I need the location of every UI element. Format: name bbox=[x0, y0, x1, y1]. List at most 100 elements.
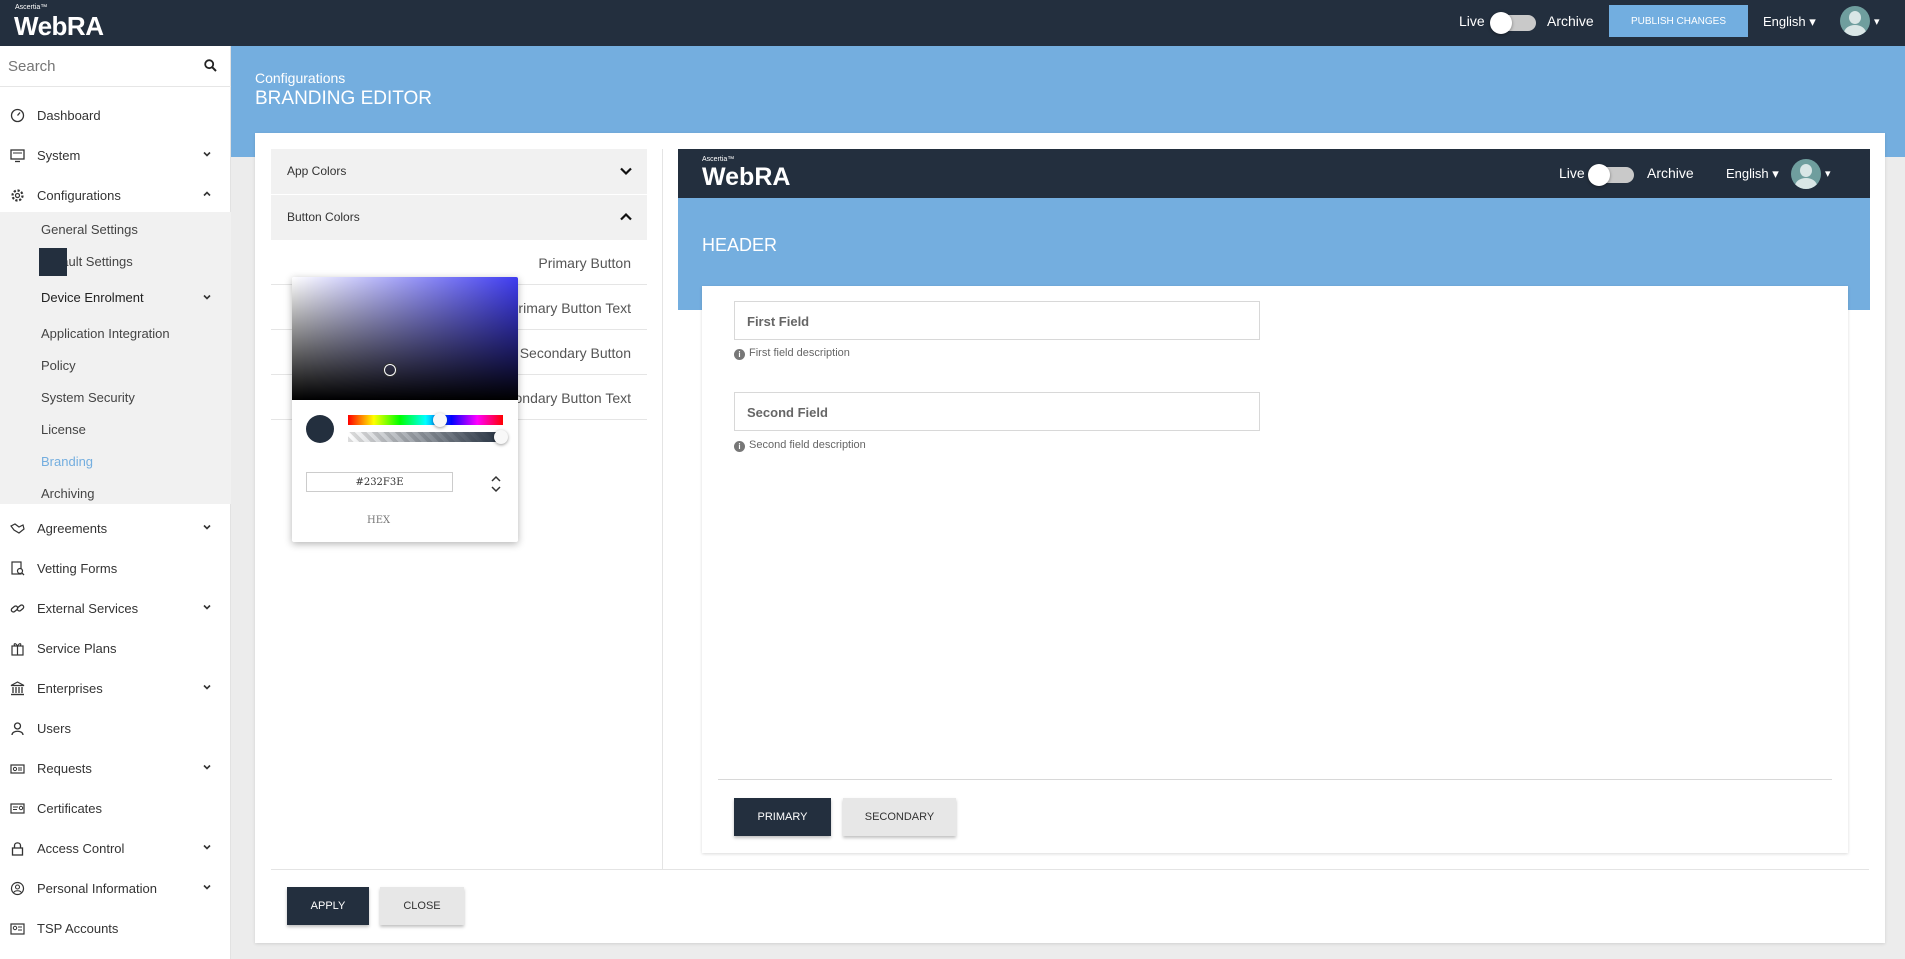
preview-top-bar: Ascertia™ WebRA Live Archive English ▾ ▾ bbox=[678, 149, 1870, 198]
chevron-down-icon[interactable] bbox=[202, 292, 212, 302]
sidebar: Dashboard System Configurations General … bbox=[0, 46, 231, 959]
sidebar-item-vetting-forms[interactable]: Vetting Forms bbox=[0, 549, 231, 587]
section-button-colors[interactable]: Button Colors bbox=[271, 195, 647, 240]
hue-handle[interactable] bbox=[433, 413, 447, 427]
preview-secondary-button[interactable]: SECONDARY bbox=[843, 798, 956, 836]
submenu-item-archiving[interactable]: Archiving bbox=[41, 486, 94, 501]
lock-icon bbox=[11, 842, 24, 856]
color-picker: HEX bbox=[292, 277, 518, 542]
saturation-area[interactable] bbox=[292, 277, 518, 400]
chevron-down-icon[interactable] bbox=[202, 842, 212, 852]
preview-archive-label: Archive bbox=[1647, 165, 1694, 181]
chevron-down-icon[interactable] bbox=[202, 762, 212, 772]
sidebar-item-tsp-accounts[interactable]: TSP Accounts bbox=[0, 909, 231, 947]
submenu-item-branding[interactable]: Branding bbox=[41, 454, 93, 469]
section-label: App Colors bbox=[287, 164, 347, 178]
chevron-down-icon[interactable] bbox=[202, 602, 212, 612]
link-icon bbox=[10, 604, 25, 613]
preview-live-label: Live bbox=[1559, 165, 1585, 181]
sidebar-item-label: Configurations bbox=[37, 188, 121, 203]
preview-language-select[interactable]: English ▾ bbox=[1726, 166, 1779, 182]
preview-avatar[interactable] bbox=[1791, 159, 1821, 189]
info-icon: i bbox=[734, 441, 745, 452]
sidebar-item-label: Agreements bbox=[37, 521, 108, 536]
sidebar-item-personal-information[interactable]: Personal Information bbox=[0, 869, 231, 907]
alpha-slider[interactable] bbox=[348, 432, 503, 442]
sidebar-item-certificates[interactable]: Certificates bbox=[0, 789, 231, 827]
chevron-up-icon[interactable] bbox=[202, 189, 212, 199]
preview-primary-button[interactable]: PRIMARY bbox=[734, 798, 831, 836]
sidebar-item-dashboard[interactable]: Dashboard bbox=[0, 96, 231, 134]
first-field-description: i First field description bbox=[734, 347, 850, 360]
hex-input[interactable] bbox=[306, 472, 453, 492]
sidebar-item-enterprises[interactable]: Enterprises bbox=[0, 669, 231, 707]
id-card-icon bbox=[10, 923, 25, 935]
handshake-icon bbox=[10, 523, 25, 534]
submenu-item-policy[interactable]: Policy bbox=[41, 358, 76, 373]
color-row-label: Primary Button Text bbox=[509, 300, 631, 316]
saturation-handle[interactable] bbox=[384, 364, 396, 376]
publish-changes-button[interactable]: PUBLISH CHANGES bbox=[1609, 5, 1748, 37]
sidebar-item-label: Access Control bbox=[37, 841, 125, 856]
avatar[interactable] bbox=[1840, 6, 1870, 36]
live-archive-toggle[interactable] bbox=[1490, 12, 1536, 34]
mode-toggle-icon[interactable] bbox=[490, 474, 502, 494]
app-logo[interactable]: Ascertia™ WebRA bbox=[14, 4, 104, 40]
chevron-down-icon[interactable] bbox=[202, 522, 212, 532]
sidebar-search bbox=[0, 46, 231, 87]
user-menu-caret[interactable]: ▾ bbox=[1874, 15, 1880, 28]
submenu-item-device-enrolment[interactable]: Device Enrolment bbox=[41, 290, 144, 305]
language-select[interactable]: English ▾ bbox=[1763, 14, 1816, 30]
panel-divider bbox=[662, 149, 663, 869]
sidebar-item-system[interactable]: System bbox=[0, 136, 231, 174]
breadcrumb[interactable]: Configurations bbox=[255, 70, 345, 86]
chevron-down-icon[interactable] bbox=[619, 164, 633, 178]
hue-slider[interactable] bbox=[348, 415, 503, 425]
preview-user-menu-caret[interactable]: ▾ bbox=[1825, 167, 1831, 180]
sidebar-item-label: External Services bbox=[37, 601, 139, 616]
alpha-handle[interactable] bbox=[494, 430, 508, 444]
certificate-icon bbox=[10, 803, 25, 814]
section-app-colors[interactable]: App Colors bbox=[271, 149, 647, 194]
sidebar-item-service-plans[interactable]: Service Plans bbox=[0, 629, 231, 667]
vetting-icon bbox=[11, 561, 25, 576]
preview-logo: Ascertia™ WebRA bbox=[702, 156, 790, 190]
configurations-submenu: General Settings Default Settings Device… bbox=[0, 212, 231, 504]
search-input[interactable] bbox=[8, 56, 198, 76]
sidebar-item-label: Service Plans bbox=[37, 641, 117, 656]
archive-label: Archive bbox=[1547, 13, 1594, 29]
search-icon[interactable] bbox=[204, 59, 217, 72]
sidebar-item-label: Vetting Forms bbox=[37, 561, 118, 576]
submenu-item-system-security[interactable]: System Security bbox=[41, 390, 135, 405]
submenu-item-application-integration[interactable]: Application Integration bbox=[41, 326, 170, 341]
second-field[interactable]: Second Field bbox=[734, 392, 1260, 431]
chevron-down-icon[interactable] bbox=[202, 882, 212, 892]
preview-live-archive-toggle[interactable] bbox=[1588, 164, 1634, 186]
sidebar-item-users[interactable]: Users bbox=[0, 709, 231, 747]
page-title: BRANDING EDITOR bbox=[255, 88, 433, 109]
first-field[interactable]: First Field bbox=[734, 301, 1260, 340]
color-row-label: Secondary Button bbox=[519, 345, 631, 361]
sidebar-item-external-services[interactable]: External Services bbox=[0, 589, 231, 627]
sidebar-item-requests[interactable]: Requests bbox=[0, 749, 231, 787]
close-button[interactable]: CLOSE bbox=[380, 887, 464, 925]
chevron-down-icon[interactable] bbox=[202, 682, 212, 692]
preview-form: First Field i First field description Sec… bbox=[702, 286, 1848, 853]
sidebar-item-access-control[interactable]: Access Control bbox=[0, 829, 231, 867]
sidebar-item-label: Certificates bbox=[37, 801, 103, 816]
field-label: Second Field bbox=[747, 405, 828, 420]
top-bar: Ascertia™ WebRA Live Archive PUBLISH CHA… bbox=[0, 0, 1905, 46]
submenu-item-general-settings[interactable]: General Settings bbox=[41, 222, 138, 237]
chevron-up-icon[interactable] bbox=[619, 210, 633, 224]
submenu-item-license[interactable]: License bbox=[41, 422, 86, 437]
sidebar-item-configurations[interactable]: Configurations bbox=[0, 176, 231, 214]
footer-divider bbox=[271, 869, 1869, 870]
requests-icon bbox=[10, 764, 25, 774]
color-row-label: Primary Button bbox=[538, 255, 631, 271]
sidebar-item-agreements[interactable]: Agreements bbox=[0, 509, 231, 547]
dashboard-icon bbox=[10, 108, 25, 123]
primary-button-swatch[interactable] bbox=[39, 248, 67, 276]
chevron-down-icon[interactable] bbox=[202, 149, 212, 159]
apply-button[interactable]: APPLY bbox=[287, 887, 369, 925]
color-mode-label: HEX bbox=[367, 515, 391, 526]
